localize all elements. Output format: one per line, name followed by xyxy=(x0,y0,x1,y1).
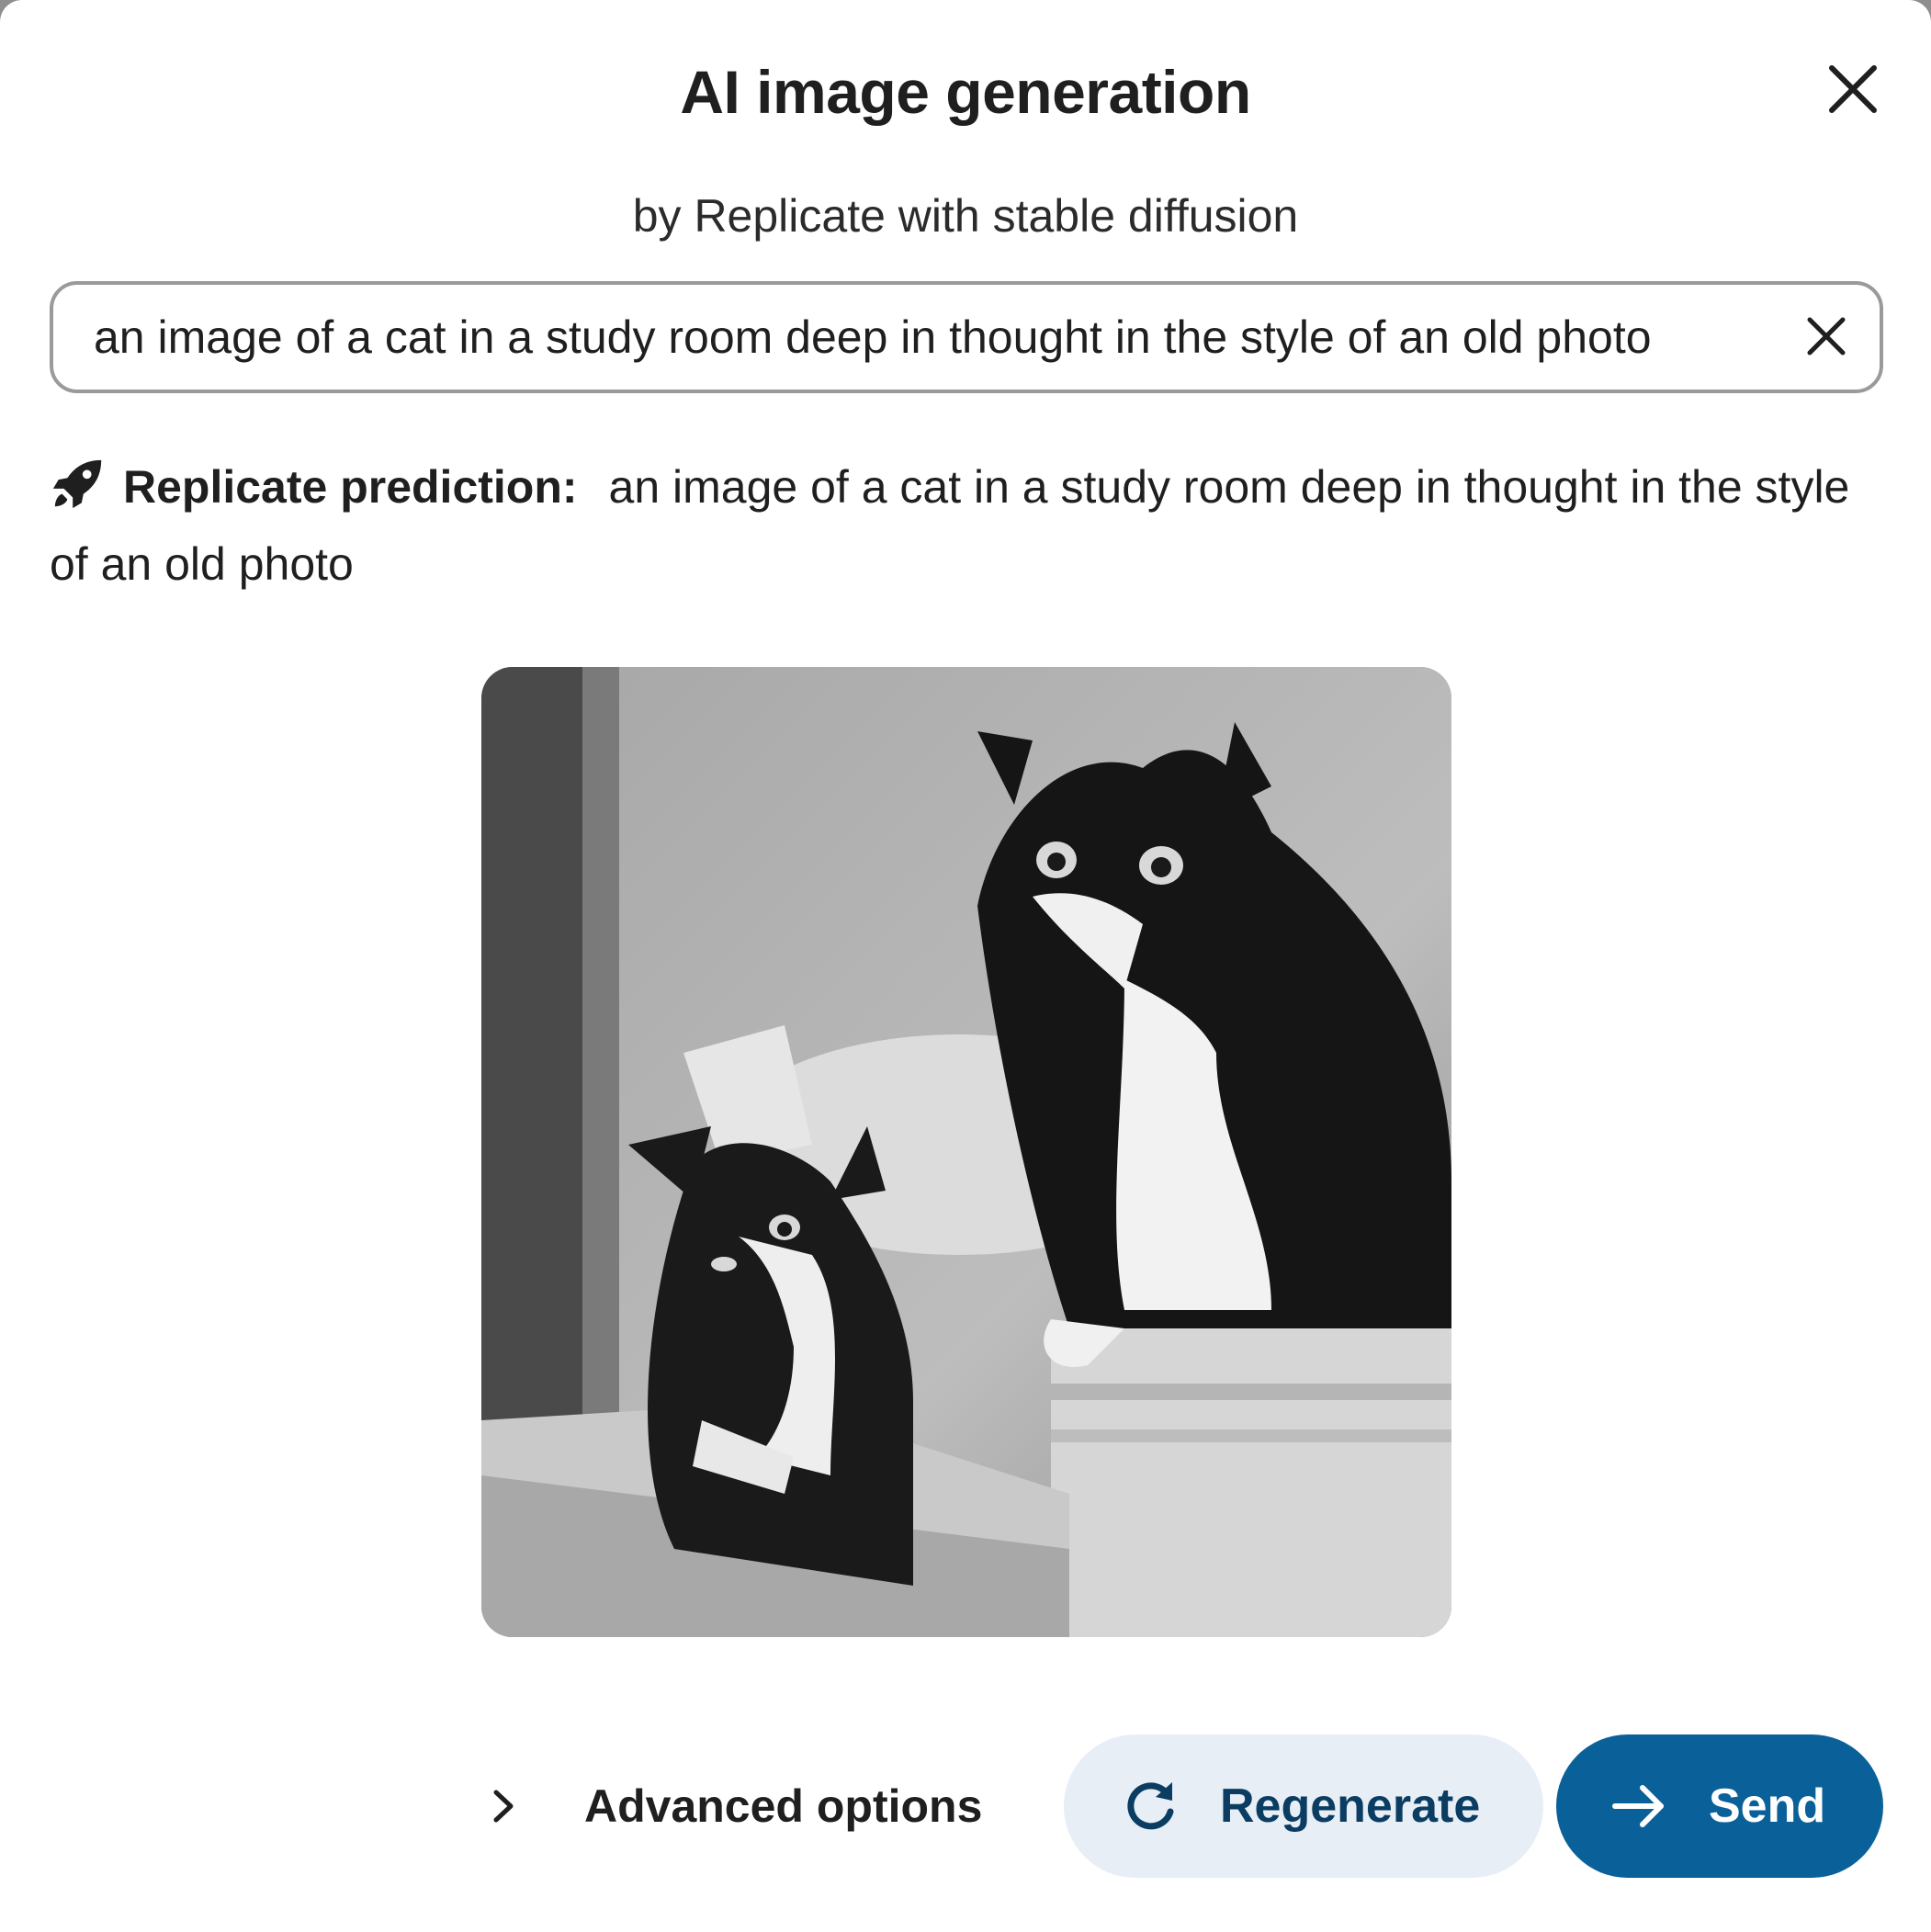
prompt-field xyxy=(50,281,1883,393)
advanced-options-label: Advanced options xyxy=(584,1780,983,1832)
ai-image-dialog: AI image generation by Replicate with st… xyxy=(0,0,1931,1932)
regenerate-button[interactable]: Regenerate xyxy=(1064,1734,1543,1878)
dialog-title: AI image generation xyxy=(680,58,1251,126)
generated-image xyxy=(481,667,1451,1637)
chevron-right-icon xyxy=(483,1785,525,1827)
prompt-input[interactable] xyxy=(94,285,1821,390)
arrow-right-icon xyxy=(1609,1777,1668,1836)
send-button[interactable]: Send xyxy=(1556,1734,1883,1878)
refresh-icon xyxy=(1121,1777,1180,1836)
clear-prompt-button[interactable] xyxy=(1799,309,1854,364)
prediction-text-block: Replicate prediction: an image of a cat i… xyxy=(50,448,1869,603)
prediction-label: Replicate prediction: xyxy=(123,461,578,513)
close-icon xyxy=(1829,65,1877,113)
advanced-options-toggle[interactable]: Advanced options xyxy=(483,1773,982,1839)
close-icon xyxy=(1807,317,1846,356)
send-label: Send xyxy=(1709,1779,1826,1833)
close-dialog-button[interactable] xyxy=(1821,57,1885,121)
rocket-icon xyxy=(50,455,107,512)
dialog-subtitle: by Replicate with stable diffusion xyxy=(632,190,1299,242)
regenerate-label: Regenerate xyxy=(1220,1779,1481,1833)
